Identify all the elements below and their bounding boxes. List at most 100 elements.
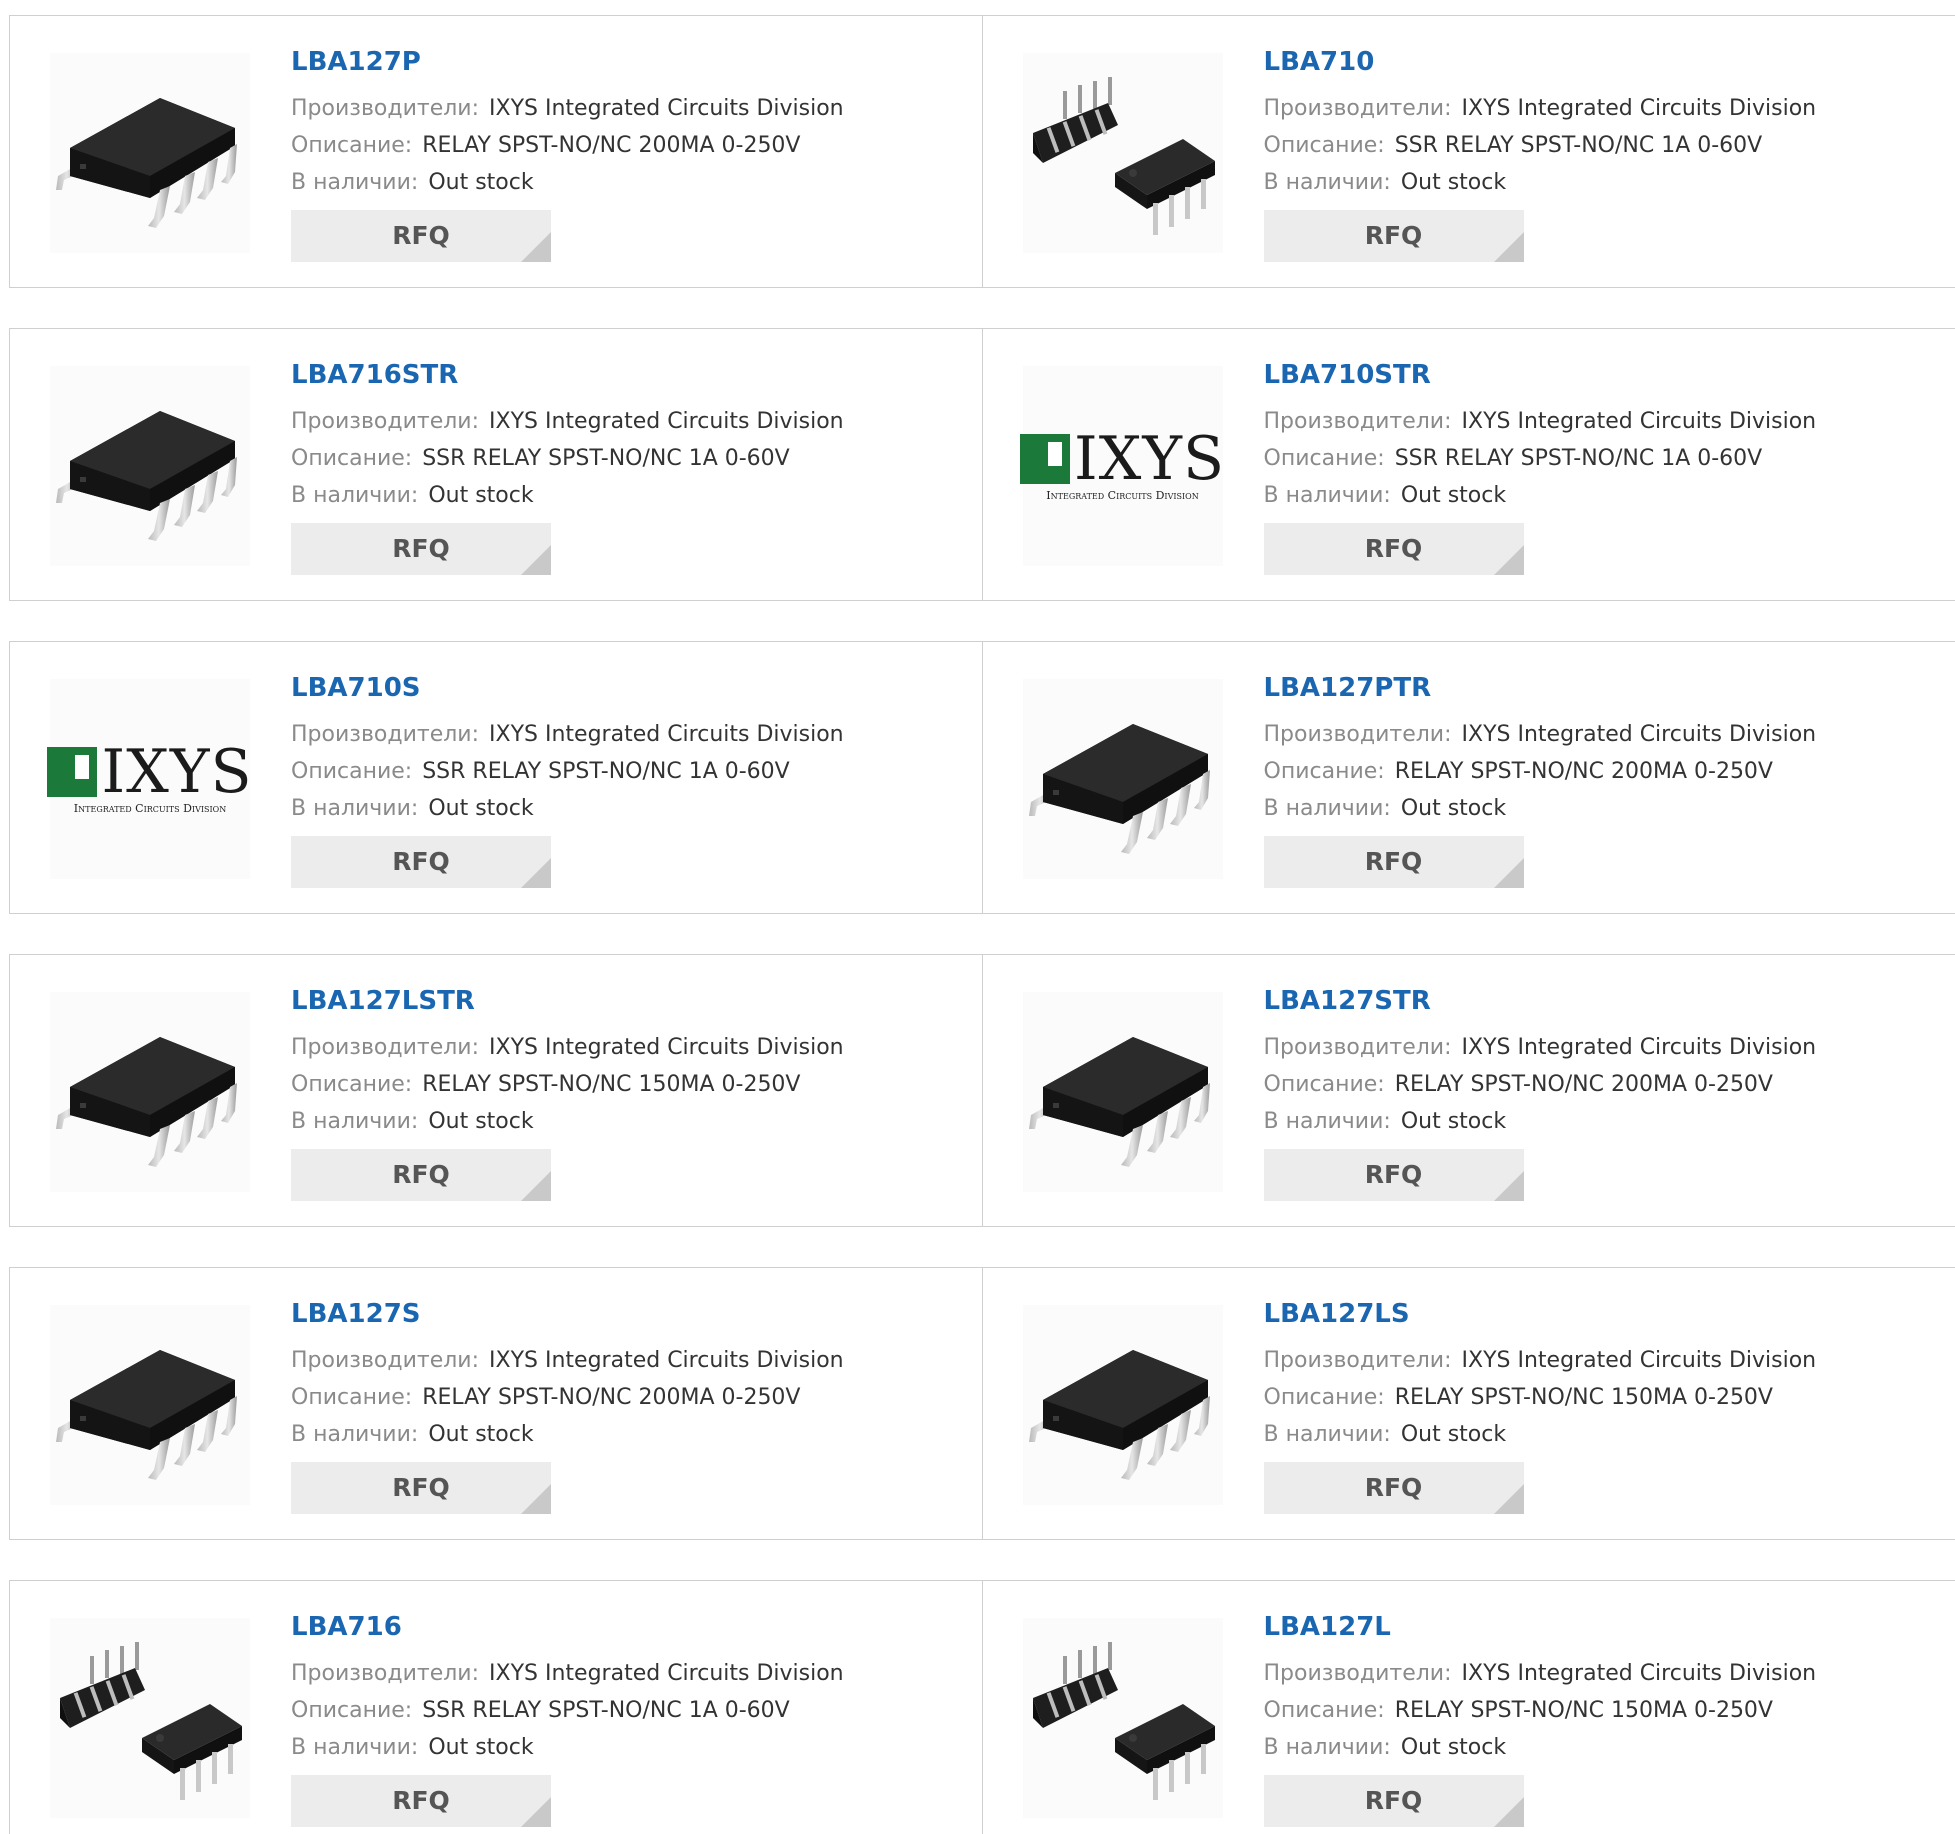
stock-value: Out stock xyxy=(1400,170,1507,195)
product-part-number-link[interactable]: LBA716 xyxy=(291,1609,844,1645)
product-info: LBA710 Производители: IXYS Integrated Circ… xyxy=(1263,44,1817,262)
product-image[interactable] xyxy=(1022,992,1223,1192)
product-part-number-link[interactable]: LBA710S xyxy=(291,670,844,706)
product-image[interactable] xyxy=(50,992,250,1192)
description-value: SSR RELAY SPST-NO/NC 1A 0-60V xyxy=(1394,133,1763,158)
corner-triangle-icon xyxy=(521,1484,551,1514)
description-line: Описание: SSR RELAY SPST-NO/NC 1A 0-60V xyxy=(1264,440,1817,477)
manufacturer-label: Производители: xyxy=(291,1661,480,1686)
ixys-logo: IXYS Integrated Circuits Division xyxy=(1019,429,1225,502)
rfq-button-label: RFQ xyxy=(392,1473,450,1502)
rfq-button-label: RFQ xyxy=(1364,1786,1423,1815)
rfq-button[interactable]: RFQ xyxy=(1263,1775,1524,1827)
manufacturer-line: Производители: IXYS Integrated Circuits D… xyxy=(1264,403,1817,440)
manufacturer-value: IXYS Integrated Circuits Division xyxy=(1461,1035,1817,1060)
rfq-button[interactable]: RFQ xyxy=(1263,210,1524,262)
product-part-number-link[interactable]: LBA716STR xyxy=(291,357,844,393)
stock-value: Out stock xyxy=(428,170,534,195)
rfq-button-label: RFQ xyxy=(392,847,450,876)
smd-chip-icon xyxy=(56,1350,237,1480)
manufacturer-value: IXYS Integrated Circuits Division xyxy=(1461,1661,1817,1686)
product-image[interactable] xyxy=(50,1305,250,1505)
description-line: Описание: RELAY SPST-NO/NC 200MA 0-250V xyxy=(291,127,844,164)
product-part-number-link[interactable]: LBA127LSTR xyxy=(291,983,844,1019)
description-label: Описание: xyxy=(291,1385,413,1410)
dip-chips-icon xyxy=(60,1642,242,1800)
product-part-number-link[interactable]: LBA710STR xyxy=(1264,357,1817,393)
stock-value: Out stock xyxy=(1400,796,1507,821)
manufacturer-value: IXYS Integrated Circuits Division xyxy=(1461,96,1817,121)
rfq-button[interactable]: RFQ xyxy=(291,210,551,262)
smd-chip-icon xyxy=(1028,1037,1210,1167)
stock-line: В наличии: Out stock xyxy=(291,1103,844,1140)
product-info: LBA710STR Производители: IXYS Integrated C… xyxy=(1263,357,1817,575)
rfq-button[interactable]: RFQ xyxy=(1263,836,1524,888)
description-value: RELAY SPST-NO/NC 150MA 0-250V xyxy=(1394,1385,1773,1410)
description-label: Описание: xyxy=(291,133,413,158)
product-part-number-link[interactable]: LBA127P xyxy=(291,44,844,80)
product-card: LBA716STR Производители: IXYS Integrated C… xyxy=(9,329,983,600)
product-part-number-link[interactable]: LBA127L xyxy=(1264,1609,1817,1645)
rfq-button[interactable]: RFQ xyxy=(1263,523,1524,575)
stock-line: В наличии: Out stock xyxy=(1264,790,1817,827)
stock-value: Out stock xyxy=(428,1735,534,1760)
rfq-button-label: RFQ xyxy=(392,1786,450,1815)
stock-label: В наличии: xyxy=(1263,1109,1391,1134)
ixys-logo-subtitle: Integrated Circuits Division xyxy=(73,801,227,815)
stock-line: В наличии: Out stock xyxy=(291,1416,844,1453)
stock-value: Out stock xyxy=(1400,483,1507,508)
rfq-button[interactable]: RFQ xyxy=(291,1462,551,1514)
product-image[interactable]: IXYS Integrated Circuits Division xyxy=(47,679,253,879)
product-card: LBA127PTR Производители: IXYS Integrated C… xyxy=(983,642,1955,913)
stock-label: В наличии: xyxy=(291,1422,419,1447)
rfq-button[interactable]: RFQ xyxy=(291,1149,551,1201)
description-line: Описание: SSR RELAY SPST-NO/NC 1A 0-60V xyxy=(291,1692,844,1729)
product-part-number-link[interactable]: LBA127STR xyxy=(1264,983,1817,1019)
rfq-button[interactable]: RFQ xyxy=(291,1775,551,1827)
rfq-button[interactable]: RFQ xyxy=(291,523,551,575)
product-image[interactable] xyxy=(50,366,250,566)
product-image[interactable]: IXYS Integrated Circuits Division xyxy=(1019,366,1225,566)
stock-label: В наличии: xyxy=(291,796,419,821)
description-line: Описание: SSR RELAY SPST-NO/NC 1A 0-60V xyxy=(291,753,844,790)
description-line: Описание: SSR RELAY SPST-NO/NC 1A 0-60V xyxy=(1264,127,1817,164)
product-card: IXYS Integrated Circuits Division LBA710… xyxy=(983,329,1955,600)
description-value: RELAY SPST-NO/NC 200MA 0-250V xyxy=(1394,1072,1773,1097)
rfq-button[interactable]: RFQ xyxy=(1263,1149,1524,1201)
rfq-button-label: RFQ xyxy=(1364,847,1423,876)
rfq-button-label: RFQ xyxy=(1364,221,1423,250)
manufacturer-value: IXYS Integrated Circuits Division xyxy=(1461,409,1817,434)
product-image[interactable] xyxy=(1022,53,1223,253)
stock-value: Out stock xyxy=(1400,1422,1507,1447)
product-image[interactable] xyxy=(1022,1305,1223,1505)
rfq-button-label: RFQ xyxy=(1364,1473,1423,1502)
manufacturer-line: Производители: IXYS Integrated Circuits D… xyxy=(1264,716,1817,753)
product-part-number-link[interactable]: LBA127PTR xyxy=(1264,670,1817,706)
description-value: SSR RELAY SPST-NO/NC 1A 0-60V xyxy=(422,1698,790,1723)
manufacturer-line: Производители: IXYS Integrated Circuits D… xyxy=(291,1655,844,1692)
product-part-number-link[interactable]: LBA127S xyxy=(291,1296,844,1332)
corner-triangle-icon xyxy=(521,545,551,575)
product-row: LBA127P Производители: IXYS Integrated Cir… xyxy=(9,15,1955,288)
product-card: LBA127LSTR Производители: IXYS Integrated … xyxy=(9,955,983,1226)
stock-label: В наличии: xyxy=(1263,483,1391,508)
description-label: Описание: xyxy=(1263,759,1385,784)
product-image[interactable] xyxy=(1022,679,1223,879)
description-line: Описание: SSR RELAY SPST-NO/NC 1A 0-60V xyxy=(291,440,844,477)
ixys-logo-text: IXYS xyxy=(101,736,253,807)
stock-line: В наличии: Out stock xyxy=(1264,164,1817,201)
product-image[interactable] xyxy=(50,1618,250,1818)
product-image[interactable] xyxy=(50,53,250,253)
rfq-button[interactable]: RFQ xyxy=(1263,1462,1524,1514)
stock-line: В наличии: Out stock xyxy=(291,1729,844,1766)
product-part-number-link[interactable]: LBA127LS xyxy=(1264,1296,1817,1332)
rfq-button[interactable]: RFQ xyxy=(291,836,551,888)
product-info: LBA127P Производители: IXYS Integrated Cir… xyxy=(291,44,844,262)
product-card: LBA127P Производители: IXYS Integrated Cir… xyxy=(9,16,983,287)
product-card: IXYS Integrated Circuits Division LBA710… xyxy=(9,642,983,913)
product-image[interactable] xyxy=(1022,1618,1223,1818)
rfq-button-label: RFQ xyxy=(1364,1160,1423,1189)
product-part-number-link[interactable]: LBA710 xyxy=(1264,44,1817,80)
stock-value: Out stock xyxy=(428,483,534,508)
dip-chips-icon xyxy=(1032,1642,1215,1800)
